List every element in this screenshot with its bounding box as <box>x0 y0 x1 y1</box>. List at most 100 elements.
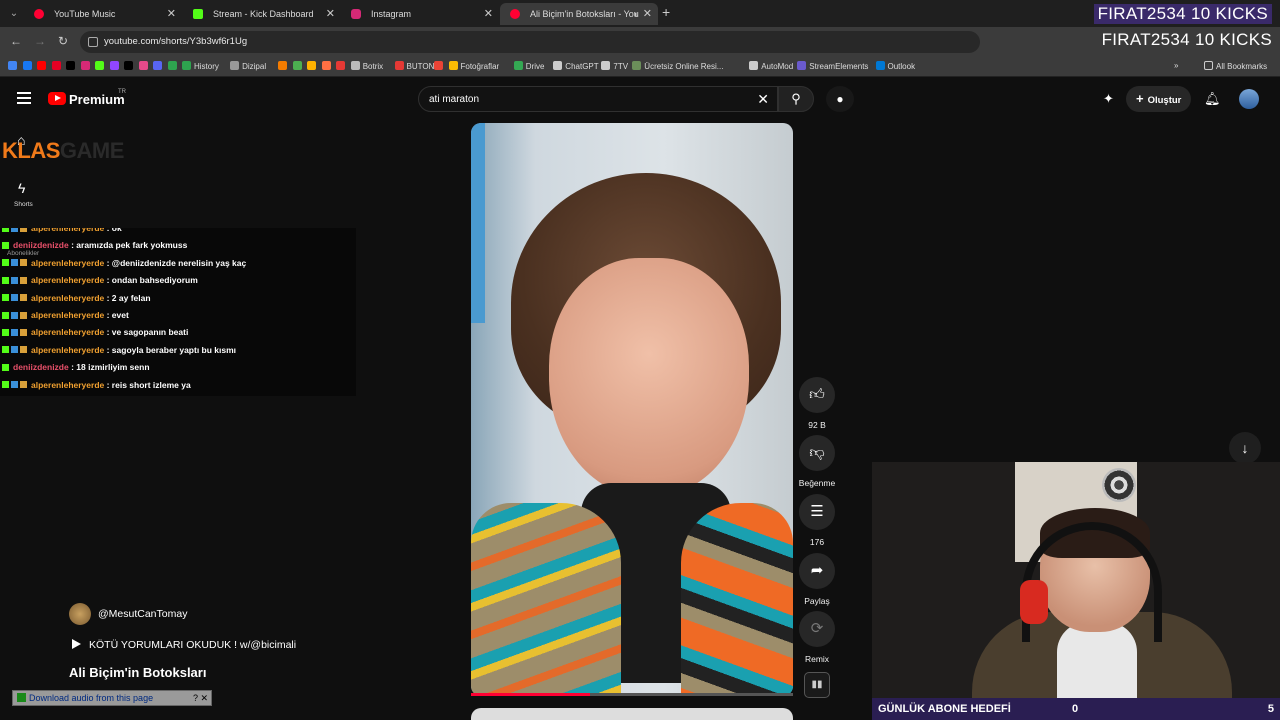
bookmark-item[interactable]: Fotoğraflar <box>448 61 499 71</box>
chat-message: alperenleheryerde : reis short izleme ya <box>2 380 191 395</box>
account-avatar[interactable] <box>1239 89 1259 109</box>
sound-source-button[interactable]: ▮▮ <box>804 672 830 698</box>
remix-button[interactable]: ⟳ Remix <box>797 611 837 664</box>
reload-icon[interactable]: ↻ <box>58 34 68 48</box>
chat-username[interactable]: deniizdenizde <box>13 362 69 372</box>
site-info-icon[interactable] <box>88 37 98 47</box>
bookmark-item[interactable] <box>434 61 446 71</box>
bookmark-item[interactable] <box>80 61 93 71</box>
next-short-preview[interactable] <box>471 708 793 720</box>
bookmark-favicon-icon <box>138 61 148 70</box>
forward-icon[interactable]: → <box>34 34 46 48</box>
shorts-icon[interactable]: ϟ <box>18 180 25 196</box>
remix-label: Remix <box>804 654 830 664</box>
bookmark-item[interactable] <box>95 61 107 71</box>
like-button[interactable]: 👍︎ 92 B <box>797 377 837 430</box>
bookmark-item[interactable] <box>336 61 348 71</box>
shorts-video-player[interactable] <box>471 123 793 696</box>
bookmark-item[interactable] <box>37 61 49 71</box>
menu-icon[interactable] <box>17 92 31 104</box>
bookmark-item[interactable] <box>167 61 180 71</box>
bookmark-item[interactable] <box>66 61 78 71</box>
bookmark-item[interactable]: Botrix <box>350 61 384 71</box>
chat-username[interactable]: deniizdenizde <box>13 240 69 250</box>
bookmark-favicon-icon <box>167 61 177 70</box>
bookmark-item[interactable]: ChatGPT <box>553 61 599 71</box>
tab-youtube-short[interactable]: Ali Biçim'in Botoksları - You ◖ ✕ <box>500 3 658 25</box>
dislike-button[interactable]: 👎︎ Beğenme <box>797 435 837 488</box>
bookmarks-bar: » All Bookmarks History Dizipal Botrix BUTO… <box>0 57 1280 77</box>
close-tab-icon[interactable]: ✕ <box>167 3 176 25</box>
bookmark-item[interactable]: AutoMod <box>749 61 793 71</box>
audio-playing-icon[interactable]: ◖ <box>633 3 638 25</box>
share-button[interactable]: ➦ Paylaş <box>797 553 837 606</box>
chat-username[interactable]: alperenleheryerde <box>31 275 104 285</box>
address-bar[interactable]: youtube.com/shorts/Y3b3wf6r1Ug <box>80 31 980 53</box>
share-label: Paylaş <box>804 596 830 606</box>
bookmark-item[interactable] <box>8 61 20 71</box>
bookmark-item[interactable] <box>153 61 165 71</box>
create-button[interactable]: + Oluştur <box>1126 86 1192 112</box>
youtube-logo-icon[interactable] <box>48 92 66 105</box>
nav-shorts-label[interactable]: Shorts <box>14 201 33 208</box>
voice-search-button[interactable]: ● <box>826 86 854 112</box>
bookmark-item[interactable]: Ücretsiz Online Resi... <box>632 61 723 71</box>
bookmark-item[interactable]: 7TV <box>601 61 628 71</box>
bookmark-item[interactable]: Drive <box>513 61 545 71</box>
related-video-link[interactable]: KÖTÜ YORUMLARI OKUDUK ! w/@bicimali <box>72 639 296 651</box>
close-tab-icon[interactable]: ✕ <box>643 3 652 25</box>
clear-search-icon[interactable]: ✕ <box>757 91 769 108</box>
video-progress-bar[interactable] <box>471 693 793 696</box>
chat-username[interactable]: alperenleheryerde <box>31 293 104 303</box>
new-tab-button[interactable]: + <box>662 4 670 20</box>
chat-text: evet <box>111 310 129 320</box>
bookmark-item[interactable] <box>109 61 122 71</box>
back-icon[interactable]: ← <box>10 34 22 48</box>
bookmark-item[interactable]: Outlook <box>875 61 915 71</box>
chat-username[interactable]: alperenleheryerde <box>31 380 104 390</box>
all-bookmarks[interactable]: All Bookmarks <box>1204 61 1267 71</box>
search-input[interactable]: ati maraton ✕ <box>418 86 778 112</box>
chat-username[interactable]: alperenleheryerde <box>31 228 104 233</box>
bookmark-favicon-icon <box>336 61 346 70</box>
chat-username[interactable]: alperenleheryerde <box>31 345 104 355</box>
bookmark-label: Botrix <box>362 62 384 71</box>
tab-youtube-music[interactable]: YouTube Music ✕ <box>24 3 182 25</box>
download-audio-bar[interactable]: Download audio from this page ? ✕ <box>12 690 212 706</box>
bookmark-item[interactable]: StreamElements <box>797 61 868 71</box>
tab-instagram[interactable]: Instagram ✕ <box>341 3 499 25</box>
bookmark-item[interactable] <box>321 61 334 71</box>
bookmark-item[interactable]: Dizipal <box>230 61 266 71</box>
bookmark-item[interactable] <box>124 61 136 71</box>
channel-avatar[interactable] <box>69 603 91 625</box>
close-tab-icon[interactable]: ✕ <box>326 3 335 25</box>
bookmark-item[interactable] <box>51 61 64 71</box>
next-short-button[interactable]: ↓ <box>1229 432 1261 464</box>
bookmark-item[interactable] <box>22 61 35 71</box>
tab-search-icon[interactable]: ⌄ <box>6 6 22 22</box>
search-button[interactable]: ⚲ <box>778 86 814 112</box>
bookmarks-overflow-icon[interactable]: » <box>1174 61 1178 70</box>
bookmark-item[interactable] <box>307 61 319 71</box>
chat-text: 18 izmirliyim senn <box>76 362 150 373</box>
close-tab-icon[interactable]: ✕ <box>484 3 493 25</box>
chat-username[interactable]: alperenleheryerde <box>31 310 104 320</box>
bookmark-label: AutoMod <box>761 62 794 71</box>
chat-username[interactable]: alperenleheryerde <box>31 327 104 337</box>
channel-name[interactable]: @MesutCanTomay <box>98 608 187 620</box>
bookmark-item[interactable]: History <box>182 61 219 71</box>
download-help-close-icons[interactable]: ? ✕ <box>193 691 208 705</box>
chat-username[interactable]: alperenleheryerde <box>31 258 104 268</box>
bookmark-label: Drive <box>525 62 545 71</box>
chat-badge-icon <box>20 259 27 267</box>
tab-kick-dashboard[interactable]: Stream - Kick Dashboard ✕ <box>183 3 341 25</box>
bookmark-item[interactable] <box>292 61 305 71</box>
chat-separator: : <box>104 275 112 286</box>
comments-button[interactable]: ☰ 176 <box>797 494 837 547</box>
bookmark-item[interactable] <box>138 61 151 71</box>
bookmark-item[interactable] <box>278 61 290 71</box>
bookmark-item[interactable]: BUTON <box>394 61 434 71</box>
cast-icon[interactable]: ✦ <box>1103 91 1114 107</box>
nav-subscriptions-label[interactable]: Abonelikler <box>7 250 39 257</box>
notifications-bell-icon[interactable]: 🔔︎ <box>1204 91 1221 107</box>
